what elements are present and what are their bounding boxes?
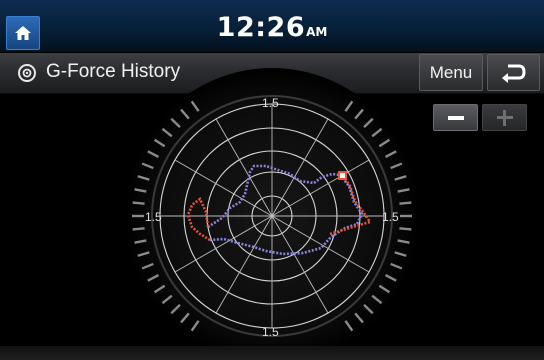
current-gforce-marker bbox=[338, 171, 347, 180]
gforce-polar-chart bbox=[124, 68, 420, 360]
outer-tick bbox=[132, 227, 145, 231]
scale-label-bottom: 1.5 bbox=[262, 325, 279, 339]
plus-icon-vertical bbox=[503, 109, 506, 126]
outer-tick bbox=[399, 227, 412, 231]
minus-icon bbox=[447, 115, 464, 120]
zoom-in-button[interactable] bbox=[482, 104, 527, 131]
scale-label-top: 1.5 bbox=[262, 96, 279, 110]
outer-tick bbox=[132, 201, 145, 205]
zoom-out-button[interactable] bbox=[433, 104, 478, 131]
bottom-strip bbox=[0, 346, 544, 360]
outer-tick bbox=[399, 201, 412, 205]
scale-label-right: 1.5 bbox=[382, 210, 399, 224]
scale-label-left: 1.5 bbox=[145, 210, 162, 224]
